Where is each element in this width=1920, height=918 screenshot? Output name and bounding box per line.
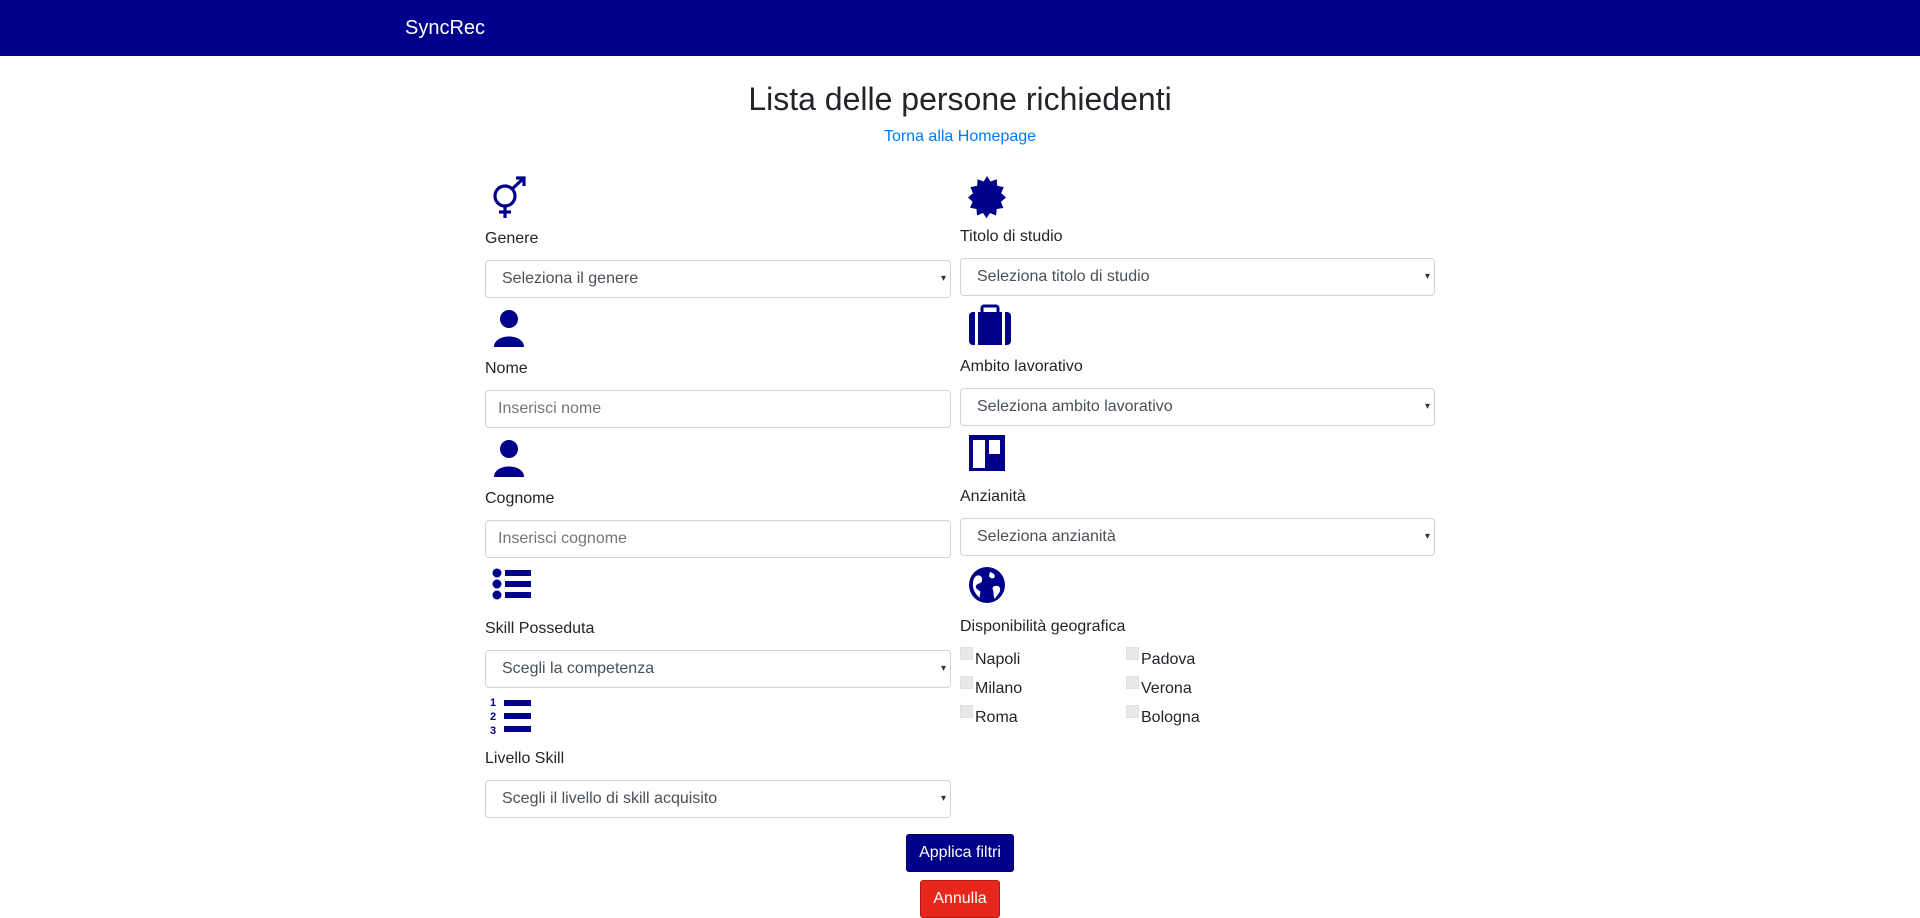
nome-input[interactable] bbox=[485, 390, 951, 428]
city-label: Verona bbox=[1141, 680, 1192, 697]
user-icon bbox=[486, 305, 532, 351]
checkbox[interactable] bbox=[960, 676, 973, 689]
globe-icon bbox=[968, 564, 1014, 610]
chevron-down-icon: ▾ bbox=[1424, 531, 1430, 542]
svg-text:2: 2 bbox=[490, 711, 496, 723]
city-label: Roma bbox=[975, 709, 1018, 726]
city-checkbox-milano[interactable]: Milano bbox=[960, 676, 1023, 699]
anzianita-label: Anzianità bbox=[960, 488, 1026, 505]
trello-icon bbox=[968, 434, 1014, 480]
briefcase-icon bbox=[967, 303, 1013, 349]
chevron-down-icon: ▾ bbox=[940, 273, 946, 284]
genere-select-value: Seleziona il genere bbox=[502, 270, 639, 287]
checkbox[interactable] bbox=[960, 647, 973, 660]
city-label: Milano bbox=[975, 680, 1023, 697]
chevron-down-icon: ▾ bbox=[1424, 271, 1430, 282]
checkbox[interactable] bbox=[1126, 705, 1139, 718]
city-label: Napoli bbox=[975, 651, 1021, 668]
user-icon bbox=[486, 435, 532, 481]
checkbox[interactable] bbox=[1126, 676, 1139, 689]
cancel-button[interactable]: Annulla bbox=[920, 880, 1000, 918]
city-checkbox-padova[interactable]: Padova bbox=[1126, 647, 1196, 670]
list-icon bbox=[490, 565, 536, 611]
badge-icon bbox=[964, 173, 1010, 219]
page-title: Lista delle persone richiedenti bbox=[748, 81, 1172, 117]
ambito-select-value: Seleziona ambito lavorativo bbox=[977, 398, 1173, 415]
city-checkbox-napoli[interactable]: Napoli bbox=[960, 647, 1021, 670]
chevron-down-icon: ▾ bbox=[940, 663, 946, 674]
city-checkbox-roma[interactable]: Roma bbox=[960, 705, 1018, 728]
anzianita-select[interactable]: Seleziona anzianità ▾ bbox=[960, 518, 1435, 556]
genere-select[interactable]: Seleziona il genere ▾ bbox=[485, 260, 951, 298]
livello-select[interactable]: Scegli il livello di skill acquisito ▾ bbox=[485, 780, 951, 818]
city-checkbox-bologna[interactable]: Bologna bbox=[1126, 705, 1200, 728]
checkbox[interactable] bbox=[960, 705, 973, 718]
titolo-label: Titolo di studio bbox=[960, 228, 1063, 245]
svg-text:1: 1 bbox=[490, 697, 496, 709]
cognome-input[interactable] bbox=[485, 520, 951, 558]
skill-select-value: Scegli la competenza bbox=[502, 660, 655, 677]
brand-link[interactable]: SyncRec bbox=[405, 16, 485, 40]
checkbox[interactable] bbox=[1126, 647, 1139, 660]
city-checkbox-verona[interactable]: Verona bbox=[1126, 676, 1192, 699]
city-label: Bologna bbox=[1141, 709, 1200, 726]
ambito-select[interactable]: Seleziona ambito lavorativo ▾ bbox=[960, 388, 1435, 426]
chevron-down-icon: ▾ bbox=[940, 793, 946, 804]
chevron-down-icon: ▾ bbox=[1424, 401, 1430, 412]
apply-filters-button[interactable]: Applica filtri bbox=[906, 834, 1014, 872]
svg-text:3: 3 bbox=[490, 725, 496, 737]
ambito-label: Ambito lavorativo bbox=[960, 358, 1083, 375]
city-label: Padova bbox=[1141, 651, 1196, 668]
navbar: SyncRec bbox=[0, 0, 1920, 56]
livello-select-value: Scegli il livello di skill acquisito bbox=[502, 790, 718, 807]
geo-label: Disponibilità geografica bbox=[960, 618, 1126, 635]
titolo-select-value: Seleziona titolo di studio bbox=[977, 268, 1150, 285]
nome-label: Nome bbox=[485, 360, 528, 377]
ordered-list-icon: 1 2 3 bbox=[490, 695, 536, 741]
skill-label: Skill Posseduta bbox=[485, 620, 595, 637]
anzianita-select-value: Seleziona anzianità bbox=[977, 528, 1116, 545]
gender-icon bbox=[486, 174, 532, 220]
cognome-label: Cognome bbox=[485, 490, 555, 507]
home-link[interactable]: Torna alla Homepage bbox=[0, 127, 1920, 147]
genere-label: Genere bbox=[485, 230, 539, 247]
skill-select[interactable]: Scegli la competenza ▾ bbox=[485, 650, 951, 688]
titolo-select[interactable]: Seleziona titolo di studio ▾ bbox=[960, 258, 1435, 296]
livello-label: Livello Skill bbox=[485, 750, 565, 767]
